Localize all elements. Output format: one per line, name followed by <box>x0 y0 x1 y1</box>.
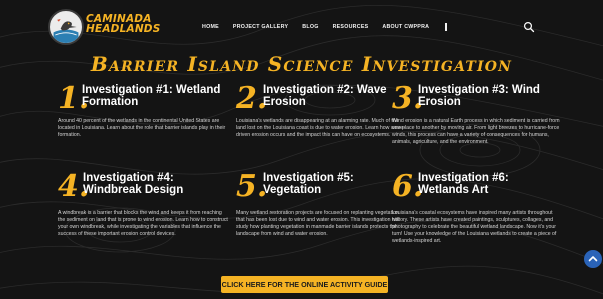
investigation-card-4: 4. Investigation #4: Windbreak Design A … <box>58 172 228 262</box>
card-description: A windbreak is a barrier that blocks the… <box>58 210 228 238</box>
card-description: Around 40 percent of the wetlands in the… <box>58 118 226 139</box>
card-title[interactable]: Investigation #1: Wetland Formation <box>82 84 232 108</box>
investigation-card-1: 1. Investigation #1: Wetland Formation A… <box>58 84 228 164</box>
investigation-card-5: 5. Investigation #5: Vegetation Many wet… <box>236 172 406 262</box>
card-title[interactable]: Investigation #2: Wave Erosion <box>263 84 413 108</box>
card-description: Louisiana’s coastal ecosystems have insp… <box>392 210 557 245</box>
nav-item-about-cwppra[interactable]: ABOUT CWPPRA <box>382 24 429 30</box>
page-title: Barrier Island Science Investigation <box>90 52 513 76</box>
activity-guide-button[interactable]: CLICK HERE FOR THE ONLINE ACTIVITY GUIDE <box>221 276 388 293</box>
nav-item-resources[interactable]: RESOURCES <box>333 24 369 30</box>
card-title[interactable]: Investigation #3: Wind Erosion <box>418 84 568 108</box>
chevron-up-icon <box>588 256 598 262</box>
card-title[interactable]: Investigation #6: Wetlands Art <box>418 172 538 196</box>
card-title[interactable]: Investigation #4: Windbreak Design <box>83 172 203 196</box>
scroll-to-top-button[interactable] <box>584 250 602 268</box>
card-description: Wind erosion is a natural Earth process … <box>392 118 560 146</box>
nav-item-home[interactable]: HOME <box>202 24 219 30</box>
main-nav: HOME PROJECT GALLERY BLOG RESOURCES ABOU… <box>202 21 447 33</box>
investigation-card-3: 3. Investigation #3: Wind Erosion Wind e… <box>392 84 562 164</box>
investigation-card-2: 2. Investigation #2: Wave Erosion Louisi… <box>236 84 406 164</box>
card-description: Louisiana’s wetlands are disappearing at… <box>236 118 405 139</box>
card-description: Many wetland restoration projects are fo… <box>236 210 400 238</box>
nav-item-project-gallery[interactable]: PROJECT GALLERY <box>233 24 288 30</box>
nav-item-blog[interactable]: BLOG <box>302 24 318 30</box>
investigation-card-6: 6. Investigation #6: Wetlands Art Louisi… <box>392 172 562 262</box>
site-header: CAMINADA HEADLANDS HOME PROJECT GALLERY … <box>0 0 603 54</box>
search-icon[interactable] <box>523 20 535 33</box>
site-logo-text[interactable]: CAMINADA HEADLANDS <box>86 14 166 35</box>
card-title[interactable]: Investigation #5: Vegetation <box>263 172 383 196</box>
logo-line-2: HEADLANDS <box>86 23 161 35</box>
nav-divider <box>445 23 447 31</box>
pelican-logo-icon[interactable] <box>48 9 84 45</box>
